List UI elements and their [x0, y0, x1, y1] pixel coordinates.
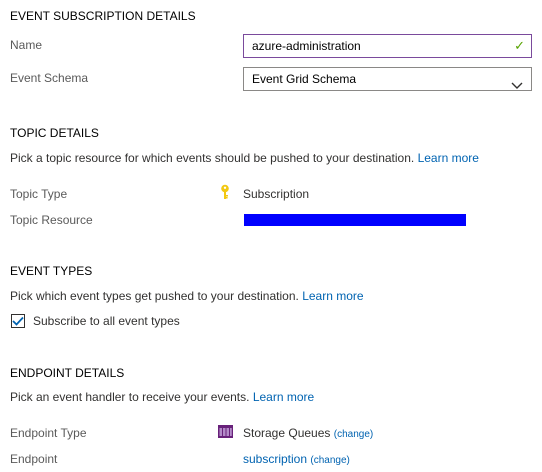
- endpoint-type-value: Storage Queues: [243, 426, 331, 440]
- topic-type-label: Topic Type: [10, 187, 68, 201]
- event-schema-dropdown[interactable]: Event Grid Schema: [243, 67, 532, 91]
- endpoint-type-label: Endpoint Type: [10, 426, 87, 440]
- subscribe-all-checkbox-row[interactable]: Subscribe to all event types: [11, 314, 180, 328]
- checkmark-icon: ✓: [514, 38, 525, 53]
- subscribe-all-label: Subscribe to all event types: [33, 314, 180, 328]
- key-icon: [220, 184, 230, 203]
- endpoint-label: Endpoint: [10, 452, 58, 466]
- event-types-heading: EVENT TYPES: [10, 264, 93, 278]
- endpoint-details-heading: ENDPOINT DETAILS: [10, 366, 125, 380]
- endpoint-description-text: Pick an event handler to receive your ev…: [10, 390, 250, 404]
- event-schema-value: Event Grid Schema: [252, 72, 357, 86]
- topic-resource-label: Topic Resource: [10, 213, 93, 227]
- event-types-learn-more-link[interactable]: Learn more: [302, 289, 363, 303]
- endpoint-learn-more-link[interactable]: Learn more: [253, 390, 314, 404]
- topic-learn-more-link[interactable]: Learn more: [418, 151, 479, 165]
- endpoint-type-value-row: Storage Queues (change): [243, 426, 373, 440]
- event-schema-label: Event Schema: [10, 71, 89, 85]
- endpoint-value-link[interactable]: subscription: [243, 452, 307, 466]
- checkbox-checked-icon[interactable]: [11, 314, 25, 328]
- endpoint-change-link[interactable]: (change): [310, 455, 349, 466]
- event-types-description-text: Pick which event types get pushed to you…: [10, 289, 299, 303]
- name-input[interactable]: azure-administration ✓: [243, 34, 532, 58]
- name-input-value: azure-administration: [252, 39, 361, 53]
- topic-description: Pick a topic resource for which events s…: [10, 151, 479, 165]
- topic-resource-redacted: [244, 214, 466, 226]
- topic-description-text: Pick a topic resource for which events s…: [10, 151, 415, 165]
- endpoint-type-change-link[interactable]: (change): [334, 429, 373, 440]
- endpoint-description: Pick an event handler to receive your ev…: [10, 390, 314, 404]
- storage-queue-icon: [218, 425, 233, 441]
- event-types-description: Pick which event types get pushed to you…: [10, 289, 364, 303]
- endpoint-value-row: subscription (change): [243, 452, 350, 466]
- topic-type-value: Subscription: [243, 187, 310, 201]
- chevron-down-icon: [511, 75, 523, 97]
- name-label: Name: [10, 38, 43, 52]
- topic-details-heading: TOPIC DETAILS: [10, 126, 99, 140]
- event-subscription-heading: EVENT SUBSCRIPTION DETAILS: [10, 9, 196, 23]
